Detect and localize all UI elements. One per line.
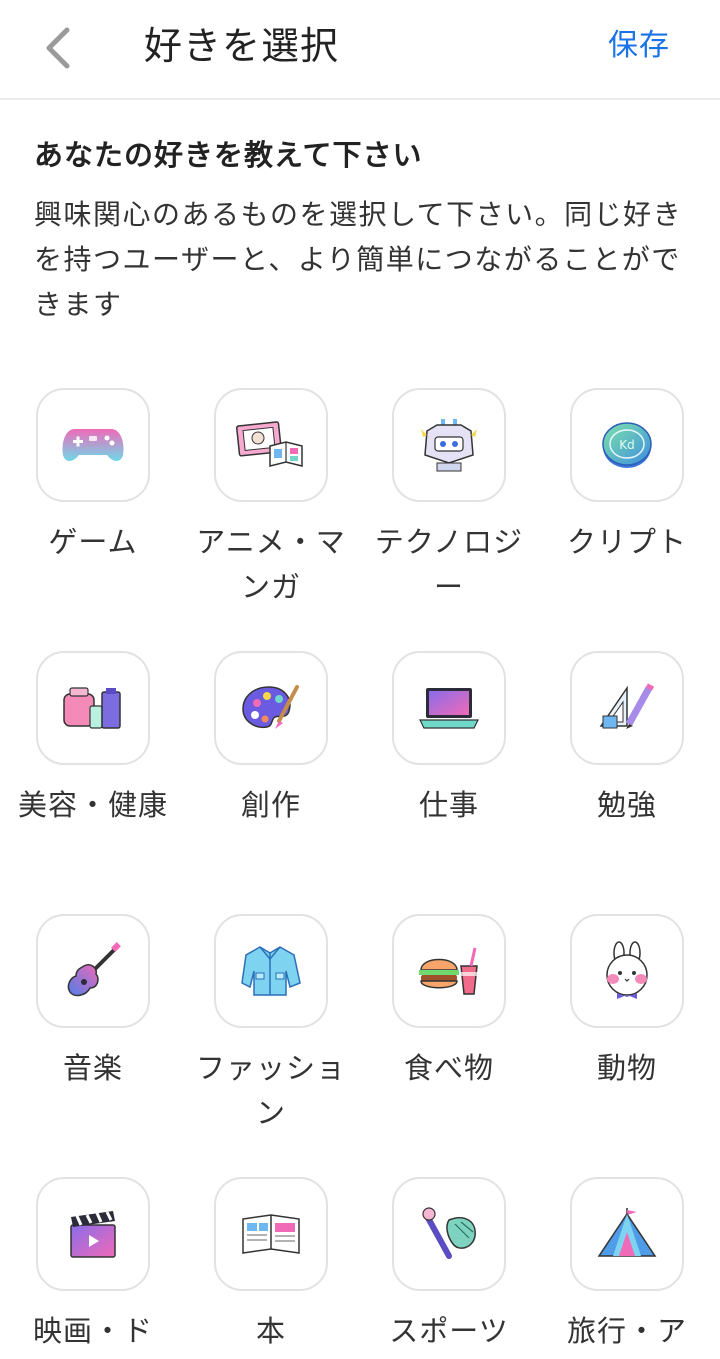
category-item-game[interactable]: ゲーム — [4, 388, 182, 565]
robot-icon — [419, 417, 479, 473]
category-label: 音楽 — [62, 1051, 123, 1085]
pencil-ruler-icon — [597, 682, 657, 734]
anime-manga-icon — [236, 420, 306, 470]
category-label: アニメ・マンガ — [196, 525, 346, 604]
category-label: 創作 — [240, 788, 301, 822]
category-label: ファッション — [195, 1051, 346, 1130]
category-item-movies-drama[interactable]: 映画・ド — [4, 1177, 182, 1354]
laptop-icon — [418, 686, 480, 730]
crypto-coin-icon: Kd — [600, 418, 654, 472]
category-item-creative[interactable]: 創作 — [182, 651, 360, 828]
category-item-crypto[interactable]: Kd クリプト — [538, 388, 716, 565]
category-label: 勉強 — [596, 788, 657, 822]
svg-text:Kd: Kd — [619, 438, 635, 452]
category-label: 映画・ド — [32, 1314, 153, 1348]
category-item-technology[interactable]: テクノロジー — [360, 388, 538, 610]
category-label: スポーツ — [389, 1314, 509, 1348]
category-tile[interactable] — [36, 651, 150, 765]
jacket-icon — [240, 943, 302, 999]
baseball-icon — [419, 1206, 479, 1262]
category-tile[interactable] — [214, 1177, 328, 1291]
category-tile[interactable] — [392, 1177, 506, 1291]
category-item-travel-outdoor[interactable]: 旅行・ア — [538, 1177, 716, 1354]
cosmetics-icon — [62, 684, 124, 732]
category-item-books[interactable]: 本 — [182, 1177, 360, 1354]
category-tile[interactable] — [36, 914, 150, 1028]
page-title: 好きを選択 — [144, 24, 340, 68]
clapperboard-icon — [67, 1209, 119, 1259]
game-controller-icon — [61, 425, 125, 465]
open-book-icon — [241, 1211, 301, 1257]
category-tile[interactable] — [36, 1177, 150, 1291]
category-tile[interactable] — [392, 388, 506, 502]
category-tile[interactable] — [36, 388, 150, 502]
burger-icon — [417, 944, 481, 998]
category-tile[interactable] — [570, 651, 684, 765]
category-tile[interactable] — [570, 914, 684, 1028]
category-item-anime-manga[interactable]: アニメ・マンガ — [182, 388, 360, 610]
chevron-left-icon — [46, 27, 70, 69]
paint-palette-icon — [241, 683, 301, 733]
category-item-study[interactable]: 勉強 — [538, 651, 716, 828]
category-label: 本 — [255, 1314, 286, 1348]
category-label: 食べ物 — [403, 1051, 494, 1085]
header-bar: 好きを選択 保存 — [0, 0, 720, 100]
back-button[interactable] — [30, 20, 86, 76]
category-label: クリプト — [566, 525, 687, 559]
category-tile[interactable] — [392, 651, 506, 765]
category-tile[interactable] — [392, 914, 506, 1028]
category-label: 旅行・ア — [566, 1314, 687, 1348]
category-tile[interactable] — [214, 651, 328, 765]
intro-description: 興味関心のあるものを選択して下さい。同じ好きを持つユーザーと、より簡単につながる… — [34, 198, 683, 321]
category-label: 仕事 — [418, 788, 479, 822]
category-item-food[interactable]: 食べ物 — [360, 914, 538, 1091]
category-item-beauty-health[interactable]: 美容・健康 — [4, 651, 182, 828]
category-tile[interactable] — [570, 1177, 684, 1291]
guitar-icon — [64, 942, 122, 1000]
category-label: ゲーム — [48, 525, 138, 559]
category-item-sports[interactable]: スポーツ — [360, 1177, 538, 1354]
intro-heading: あなたの好きを教えて下さい — [34, 138, 423, 172]
category-item-work[interactable]: 仕事 — [360, 651, 538, 828]
category-tile[interactable] — [214, 388, 328, 502]
category-label: 動物 — [596, 1051, 657, 1085]
save-button[interactable]: 保存 — [608, 24, 670, 68]
category-item-animals[interactable]: 動物 — [538, 914, 716, 1091]
category-label: テクノロジー — [374, 525, 524, 604]
category-label: 美容・健康 — [17, 788, 168, 822]
category-item-fashion[interactable]: ファッション — [182, 914, 360, 1136]
category-tile[interactable] — [214, 914, 328, 1028]
category-item-music[interactable]: 音楽 — [4, 914, 182, 1091]
category-tile[interactable]: Kd — [570, 388, 684, 502]
tent-icon — [597, 1206, 657, 1262]
rabbit-icon — [599, 941, 655, 1001]
